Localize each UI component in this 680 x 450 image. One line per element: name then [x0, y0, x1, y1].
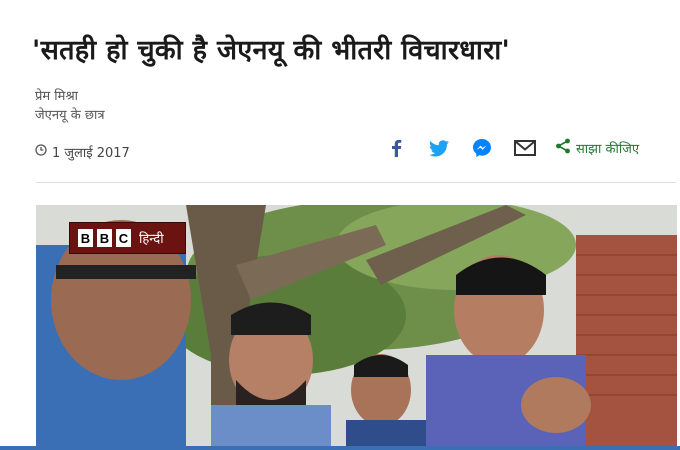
clock-icon — [35, 144, 47, 160]
share-icon — [555, 138, 571, 158]
email-icon[interactable] — [514, 137, 536, 159]
bbc-letter: B — [97, 229, 112, 247]
messenger-icon[interactable] — [471, 137, 493, 159]
author-name: प्रेम मिश्रा — [35, 89, 79, 104]
author-role: जेएनयू के छात्र — [35, 108, 105, 123]
bbc-lang-label: हिन्दी — [139, 232, 164, 247]
share-label: साझा कीजिए — [576, 142, 640, 157]
bottom-strip — [0, 446, 680, 450]
bbc-letter: B — [78, 229, 93, 247]
share-bar: साझा कीजिए — [385, 137, 639, 159]
header-divider — [36, 182, 676, 183]
share-button[interactable]: साझा कीजिए — [555, 138, 639, 158]
facebook-icon[interactable] — [385, 137, 407, 159]
article-headline: 'सतही हो चुकी है जेएनयू की भीतरी विचारधा… — [32, 35, 511, 66]
publish-date: 1 जुलाई 2017 — [52, 146, 130, 161]
twitter-icon[interactable] — [428, 137, 450, 159]
bbc-hindi-badge: B B C हिन्दी — [69, 222, 186, 254]
article-photo: B B C हिन्दी — [36, 205, 677, 446]
dateline: 1 जुलाई 2017 — [35, 143, 130, 161]
bbc-letter: C — [116, 229, 131, 247]
